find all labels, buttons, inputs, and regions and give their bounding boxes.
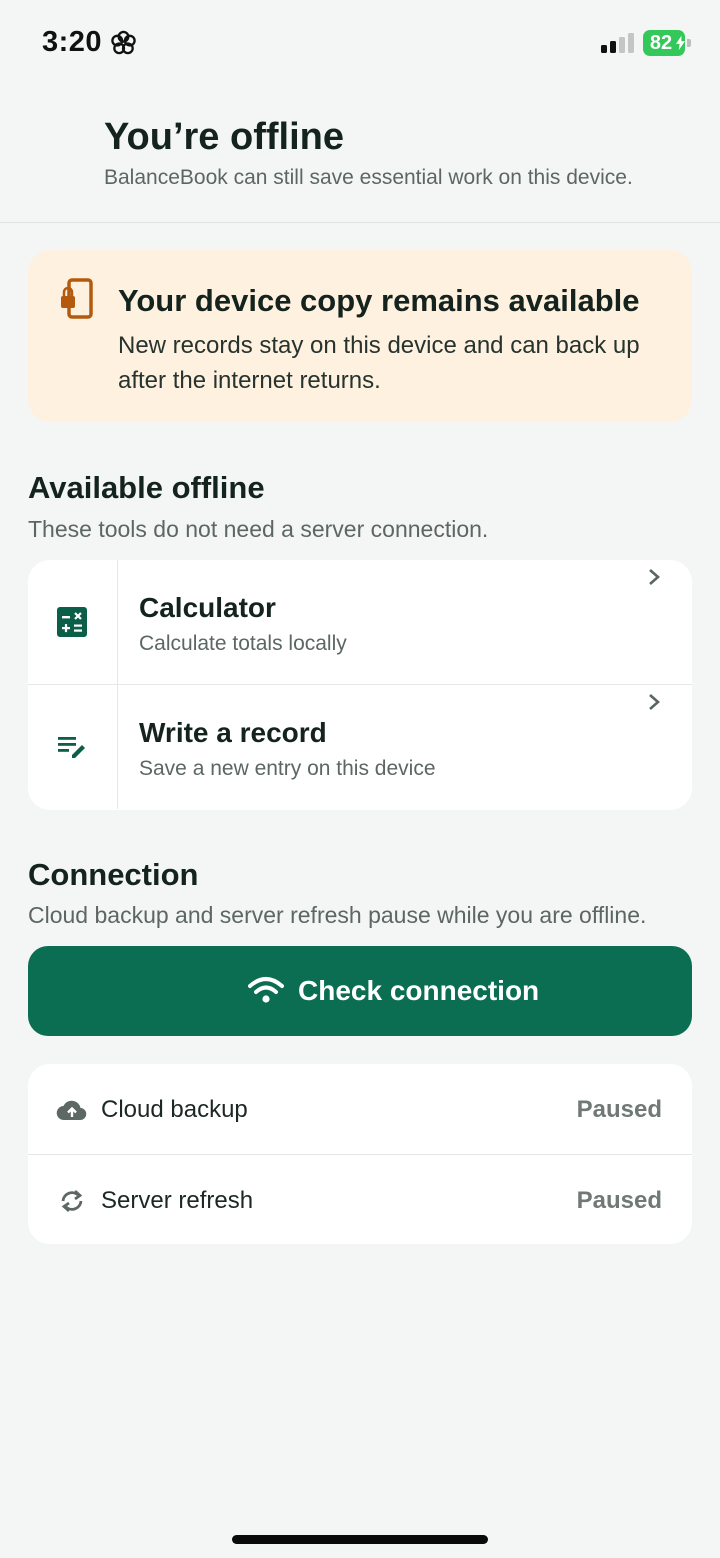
status-label: Server refresh [101,1187,254,1214]
cellular-signal-icon [601,33,634,53]
status-row-server-refresh: Server refresh Paused [28,1155,692,1245]
battery-level: 82 [649,32,673,54]
status-badge: Paused [576,1187,662,1214]
cloud-upload-icon [56,1100,87,1121]
tool-title: Write a record [139,717,327,748]
device-lock-icon [61,278,93,319]
home-indicator[interactable] [232,1535,488,1544]
chevron-right-icon [649,569,660,585]
tool-calculator[interactable]: Calculator Calculate totals locally [28,560,692,685]
offline-section-title: Available offline [28,470,265,505]
charging-bolt-icon [676,35,685,51]
flower-icon [111,30,136,55]
status-time: 3:20 [42,26,103,58]
battery-indicator: 82 [643,30,691,56]
connection-section-title: Connection [28,857,199,892]
tool-write-record[interactable]: Write a record Save a new entry on this … [28,685,692,809]
status-bar: 3:20 82 [0,0,720,86]
edit-note-icon [58,737,85,758]
tool-description: Save a new entry on this device [139,757,436,780]
status-row-cloud-backup: Cloud backup Paused [28,1064,692,1155]
notice-title: Your device copy remains available [118,283,640,318]
page-header: You’re offline BalanceBook can still sav… [0,86,720,223]
check-connection-label: Check connection [298,975,540,1006]
status-label: Cloud backup [101,1096,248,1123]
battery-cap [687,39,691,47]
sync-status-list: Cloud backup Paused Server refresh Pause… [28,1064,692,1244]
connection-section-subtitle: Cloud backup and server refresh pause wh… [28,902,647,928]
calculator-icon [57,607,87,637]
offline-tools-list: Calculator Calculate totals locally Writ… [28,560,692,810]
offline-notice-banner: Your device copy remains available New r… [28,250,692,422]
offline-section-subtitle: These tools do not need a server connect… [28,516,489,542]
tool-icon-cell [28,560,118,684]
notice-body: New records stay on this device and can … [118,332,640,394]
sync-icon [61,1189,83,1213]
page-subtitle: BalanceBook can still save essential wor… [104,166,633,189]
wifi-icon [248,977,284,1003]
page-title: You’re offline [104,116,344,158]
tool-description: Calculate totals locally [139,632,347,655]
chevron-right-icon [649,694,660,710]
tool-title: Calculator [139,592,276,623]
check-connection-button[interactable]: Check connection [28,946,692,1036]
status-badge: Paused [576,1096,662,1123]
tool-icon-cell [28,685,118,809]
